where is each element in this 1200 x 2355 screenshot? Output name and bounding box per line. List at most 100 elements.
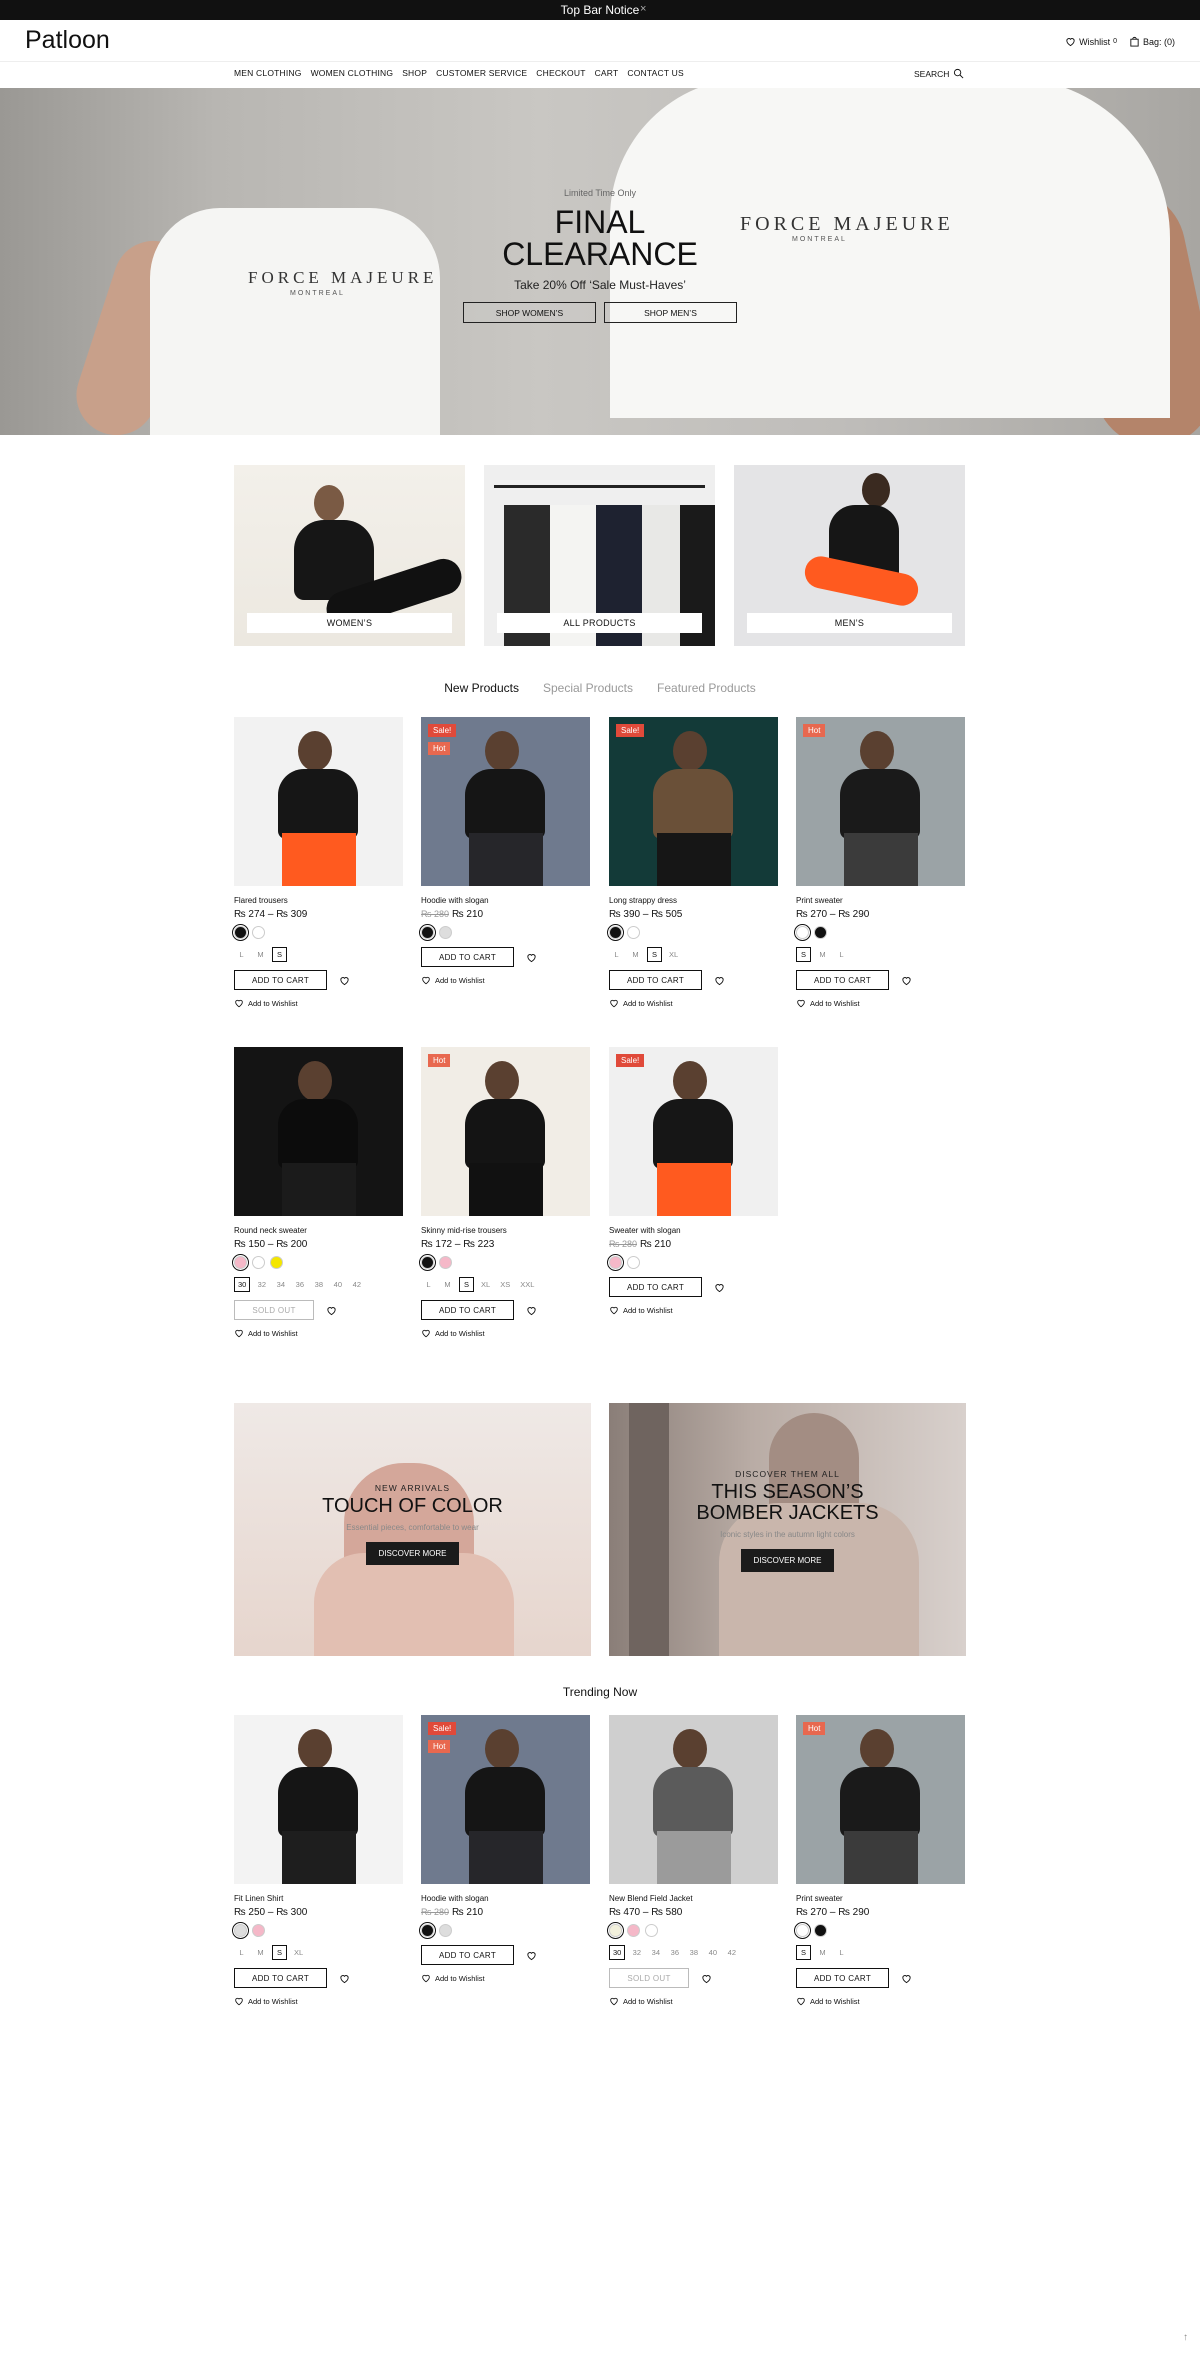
color-swatch[interactable]	[419, 1254, 436, 1271]
product-name[interactable]: Hoodie with slogan	[421, 896, 590, 905]
color-swatch[interactable]	[252, 926, 265, 939]
color-swatch[interactable]	[607, 1922, 624, 1939]
product-image[interactable]	[609, 1715, 778, 1884]
product-image[interactable]	[234, 1715, 403, 1884]
color-swatch[interactable]	[270, 1256, 283, 1269]
size-option[interactable]: M	[628, 947, 643, 962]
product-name[interactable]: Print sweater	[796, 896, 965, 905]
color-swatch[interactable]	[627, 1924, 640, 1937]
category-tile-womens[interactable]: WOMEN’S	[234, 465, 465, 646]
product-image[interactable]: Hot	[796, 1715, 965, 1884]
size-option[interactable]: 34	[648, 1945, 663, 1960]
nav-item-customer-service[interactable]: CUSTOMER SERVICE	[436, 68, 527, 78]
shop-womens-button[interactable]: SHOP WOMEN’S	[463, 302, 596, 323]
product-name[interactable]: Sweater with slogan	[609, 1226, 778, 1235]
sold-out-button[interactable]: SOLD OUT	[234, 1300, 314, 1320]
add-to-cart-button[interactable]: ADD TO CART	[234, 1968, 327, 1988]
size-option[interactable]: XL	[666, 947, 681, 962]
size-option[interactable]: S	[272, 1945, 287, 1960]
size-option[interactable]: XL	[291, 1945, 306, 1960]
heart-icon[interactable]	[326, 1305, 337, 1316]
discover-more-button[interactable]: DISCOVER MORE	[366, 1542, 459, 1565]
add-to-wishlist-link[interactable]: Add to Wishlist	[796, 998, 965, 1008]
size-option[interactable]: L	[234, 1945, 249, 1960]
heart-icon[interactable]	[714, 1282, 725, 1293]
product-name[interactable]: Round neck sweater	[234, 1226, 403, 1235]
add-to-wishlist-link[interactable]: Add to Wishlist	[234, 1996, 403, 2006]
size-option[interactable]: M	[815, 1945, 830, 1960]
color-swatch[interactable]	[794, 1922, 811, 1939]
color-swatch[interactable]	[794, 924, 811, 941]
heart-icon[interactable]	[526, 952, 537, 963]
add-to-cart-button[interactable]: ADD TO CART	[796, 1968, 889, 1988]
size-option[interactable]: M	[440, 1277, 455, 1292]
add-to-wishlist-link[interactable]: Add to Wishlist	[796, 1996, 965, 2006]
sold-out-button[interactable]: SOLD OUT	[609, 1968, 689, 1988]
add-to-wishlist-link[interactable]: Add to Wishlist	[609, 1996, 778, 2006]
size-option[interactable]: S	[272, 947, 287, 962]
size-option[interactable]: 36	[292, 1277, 307, 1292]
color-swatch[interactable]	[627, 926, 640, 939]
nav-item-cart[interactable]: CART	[595, 68, 619, 78]
color-swatch[interactable]	[439, 1924, 452, 1937]
color-swatch[interactable]	[252, 1256, 265, 1269]
size-option[interactable]: 38	[311, 1277, 326, 1292]
size-option[interactable]: S	[459, 1277, 474, 1292]
add-to-cart-button[interactable]: ADD TO CART	[609, 1277, 702, 1297]
tab-special-products[interactable]: Special Products	[543, 681, 633, 695]
size-option[interactable]: 40	[330, 1277, 345, 1292]
color-swatch[interactable]	[439, 1256, 452, 1269]
add-to-cart-button[interactable]: ADD TO CART	[234, 970, 327, 990]
tab-featured-products[interactable]: Featured Products	[657, 681, 756, 695]
size-option[interactable]: 32	[254, 1277, 269, 1292]
size-option[interactable]: 42	[349, 1277, 364, 1292]
add-to-wishlist-link[interactable]: Add to Wishlist	[234, 1328, 403, 1338]
size-option[interactable]: L	[834, 947, 849, 962]
size-option[interactable]: L	[834, 1945, 849, 1960]
close-icon[interactable]: ×	[640, 3, 646, 15]
product-image[interactable]	[234, 1047, 403, 1216]
add-to-wishlist-link[interactable]: Add to Wishlist	[609, 998, 778, 1008]
size-option[interactable]: 38	[686, 1945, 701, 1960]
size-option[interactable]: XL	[478, 1277, 493, 1292]
color-swatch[interactable]	[607, 924, 624, 941]
product-image[interactable]	[234, 717, 403, 886]
wishlist-link[interactable]: Wishlist 0	[1065, 36, 1117, 47]
heart-icon[interactable]	[526, 1950, 537, 1961]
size-option[interactable]: XS	[497, 1277, 513, 1292]
product-name[interactable]: Long strappy dress	[609, 896, 778, 905]
search-toggle[interactable]: SEARCH	[914, 68, 964, 79]
heart-icon[interactable]	[714, 975, 725, 986]
heart-icon[interactable]	[901, 975, 912, 986]
heart-icon[interactable]	[339, 975, 350, 986]
product-image[interactable]: Sale! Hot	[421, 1715, 590, 1884]
color-swatch[interactable]	[814, 926, 827, 939]
add-to-cart-button[interactable]: ADD TO CART	[421, 1945, 514, 1965]
size-option[interactable]: M	[253, 1945, 268, 1960]
size-option[interactable]: L	[234, 947, 249, 962]
size-option[interactable]: M	[815, 947, 830, 962]
heart-icon[interactable]	[901, 1973, 912, 1984]
add-to-wishlist-link[interactable]: Add to Wishlist	[421, 1973, 590, 1983]
color-swatch[interactable]	[419, 924, 436, 941]
product-image[interactable]: Sale!	[609, 1047, 778, 1216]
product-name[interactable]: Fit Linen Shirt	[234, 1894, 403, 1903]
size-option[interactable]: 40	[705, 1945, 720, 1960]
heart-icon[interactable]	[339, 1973, 350, 1984]
product-name[interactable]: Flared trousers	[234, 896, 403, 905]
product-name[interactable]: Print sweater	[796, 1894, 965, 1903]
color-swatch[interactable]	[232, 1254, 249, 1271]
add-to-wishlist-link[interactable]: Add to Wishlist	[609, 1305, 778, 1315]
site-logo[interactable]: Patloon	[25, 26, 110, 55]
heart-icon[interactable]	[526, 1305, 537, 1316]
color-swatch[interactable]	[419, 1922, 436, 1939]
bag-link[interactable]: Bag: (0)	[1129, 36, 1175, 47]
add-to-wishlist-link[interactable]: Add to Wishlist	[234, 998, 403, 1008]
product-image[interactable]: Sale! Hot	[421, 717, 590, 886]
tab-new-products[interactable]: New Products	[444, 681, 519, 695]
color-swatch[interactable]	[252, 1924, 265, 1937]
add-to-cart-button[interactable]: ADD TO CART	[421, 947, 514, 967]
color-swatch[interactable]	[627, 1256, 640, 1269]
size-option[interactable]: XXL	[517, 1277, 537, 1292]
add-to-cart-button[interactable]: ADD TO CART	[421, 1300, 514, 1320]
